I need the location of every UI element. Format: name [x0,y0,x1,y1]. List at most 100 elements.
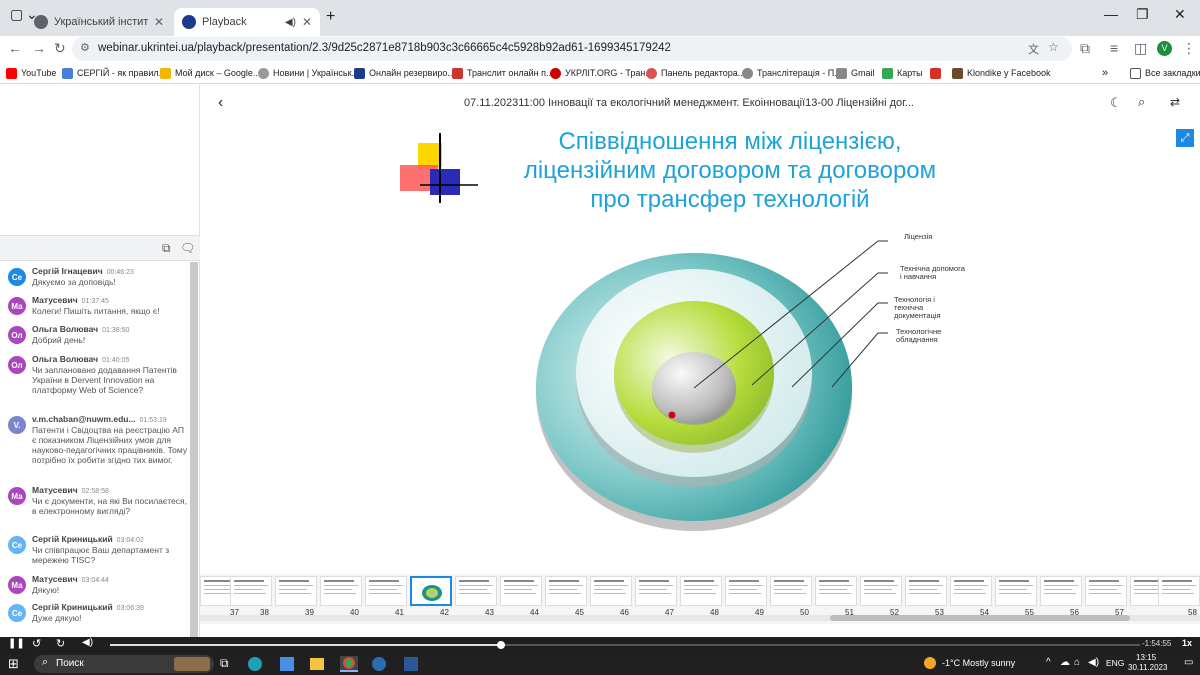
menu-kebab-icon[interactable]: ⋮ [1182,40,1196,57]
edge-icon[interactable] [248,657,262,671]
all-bookmarks[interactable]: Все закладки [1130,65,1200,81]
rewind-icon[interactable]: ↺ [32,637,41,650]
forward-skip-icon[interactable]: ↻ [56,637,65,650]
bookmark-item[interactable]: Онлайн резервиро... [354,65,455,81]
speaker-icon[interactable]: ◀) [285,17,296,28]
thumbnail-scroll-thumb[interactable] [830,615,1130,621]
thumbnail[interactable] [860,576,902,606]
extensions-icon[interactable]: ⧉ [1080,40,1090,57]
thumbnail[interactable] [725,576,767,606]
bookmark-star-icon[interactable]: ☆ [1048,40,1059,54]
site-info-icon[interactable]: ⚙ [80,41,90,54]
weather-text[interactable]: -1°C Mostly sunny [942,658,1015,668]
author-name: Матусевич [32,485,78,495]
restore-button[interactable]: ❐ [1136,6,1149,23]
close-tab-icon[interactable]: ✕ [302,15,312,29]
thumbnail[interactable] [905,576,947,606]
reload-icon[interactable]: ↻ [54,40,66,57]
bookmark-item[interactable]: Klondike у Facebook [952,65,1051,81]
word-icon[interactable] [404,657,418,671]
profile-avatar[interactable]: V [1157,41,1172,56]
thumbnail[interactable] [365,576,407,606]
tab-playback[interactable]: Playback ◀) ✕ [174,8,320,36]
thumbnail[interactable] [230,576,272,606]
bookmark-item[interactable]: Новини | Українськ... [258,65,359,81]
close-tab-icon[interactable]: ✕ [154,15,164,29]
bookmark-item[interactable] [930,65,945,81]
tab-ukrintei[interactable]: Український інститут науково ✕ [26,8,172,36]
speaker-icon[interactable]: ◀) [1088,657,1099,668]
new-tab-button[interactable]: + [326,8,335,26]
thumbnail[interactable] [1040,576,1082,606]
pause-icon[interactable]: ❚❚ [8,638,25,649]
bookmark-item[interactable]: УКРЛІТ.ORG - Тран... [550,65,653,81]
progress-track[interactable] [110,641,1140,649]
media-icon[interactable]: ≡ [1110,40,1118,56]
thumbnail[interactable] [995,576,1037,606]
thumbnail[interactable] [680,576,722,606]
fullscreen-button[interactable]: ⤢ [1176,129,1194,147]
app-icon[interactable] [372,657,386,671]
thumbnail[interactable] [275,576,317,606]
message-text: Дуже дякую! [32,613,82,623]
thumbnail-scrollbar[interactable] [200,615,1200,621]
thumbnail[interactable] [815,576,857,606]
thumbnail[interactable] [1085,576,1127,606]
bookmark-item[interactable]: Транслітерація - П... [742,65,842,81]
windows-start-icon[interactable]: ⊞ [8,656,19,672]
store-icon[interactable] [280,657,294,671]
taskbar-search[interactable]: ⌕ Поиск [34,655,214,673]
message-author: Сергій Криницький 03:04:02 [32,534,144,544]
dark-mode-icon[interactable]: ☾ [1110,95,1122,111]
task-view-icon[interactable]: ⧉ [220,656,229,671]
thumbnail[interactable] [950,576,992,606]
forward-icon[interactable]: → [32,40,46,56]
volume-icon[interactable]: ◀) [82,637,93,648]
thumbnail[interactable] [770,576,812,606]
back-chevron-icon[interactable]: ‹ [218,94,223,112]
cloud-icon[interactable]: ☁ [1060,657,1070,668]
weather-icon[interactable] [924,657,936,669]
swap-layout-icon[interactable]: ⇄ [1170,95,1180,109]
message-author: Сергій Криницький 03:06:39 [32,602,144,612]
thumbnail[interactable] [635,576,677,606]
window-menu-icon[interactable]: ▢ [10,6,23,23]
tray-overflow-icon[interactable]: ^ [1046,657,1051,668]
bookmark-item[interactable]: Панель редактора... [646,65,745,81]
side-panel-icon[interactable]: ◫ [1134,40,1147,57]
thumbnail[interactable] [500,576,542,606]
author-name: Сергій Криницький [32,602,113,612]
playback-speed[interactable]: 1x [1182,638,1192,648]
bookmark-item[interactable]: Карты [882,65,923,81]
chat-scrollbar[interactable] [190,262,198,637]
thumbnail[interactable] [455,576,497,606]
more-bookmarks-icon[interactable]: » [1102,65,1108,81]
bookmark-item[interactable]: Транслит онлайн п... [452,65,553,81]
bookmark-item[interactable]: YouTube [6,65,56,81]
search-icon[interactable]: ⌕ [1138,94,1145,110]
thumbnail[interactable] [590,576,632,606]
progress-knob[interactable] [497,641,506,649]
thumbnail-current[interactable] [410,576,452,606]
close-window-button[interactable]: ✕ [1174,6,1186,23]
clock-date[interactable]: 30.11.2023 [1128,663,1167,672]
thumbnail[interactable] [545,576,587,606]
chat-toggle-icon[interactable]: 🗨 [180,241,195,255]
clock-time[interactable]: 13:15 [1136,653,1156,662]
file-explorer-icon[interactable] [310,658,324,670]
bookmark-item[interactable]: Мой диск – Google... [160,65,260,81]
copy-chat-icon[interactable]: ⧉ [162,241,171,256]
thumbnail[interactable] [320,576,362,606]
minimize-button[interactable]: — [1104,6,1118,22]
language-indicator[interactable]: ENG [1106,658,1124,668]
notification-icon[interactable]: ▭ [1184,657,1193,668]
bookmark-item[interactable]: Gmail [836,65,875,81]
address-bar[interactable]: ⚙ webinar.ukrintei.ua/playback/presentat… [72,37,1072,61]
avatar: Ма [8,487,26,505]
thumbnail[interactable] [1158,576,1200,606]
translate-icon[interactable]: 文 [1028,41,1039,57]
network-icon[interactable]: ⌂ [1074,657,1080,668]
bookmark-label: Gmail [851,68,875,78]
back-icon[interactable]: ← [8,40,22,56]
bookmark-item[interactable]: СЕРГІЙ - як правил... [62,65,166,81]
